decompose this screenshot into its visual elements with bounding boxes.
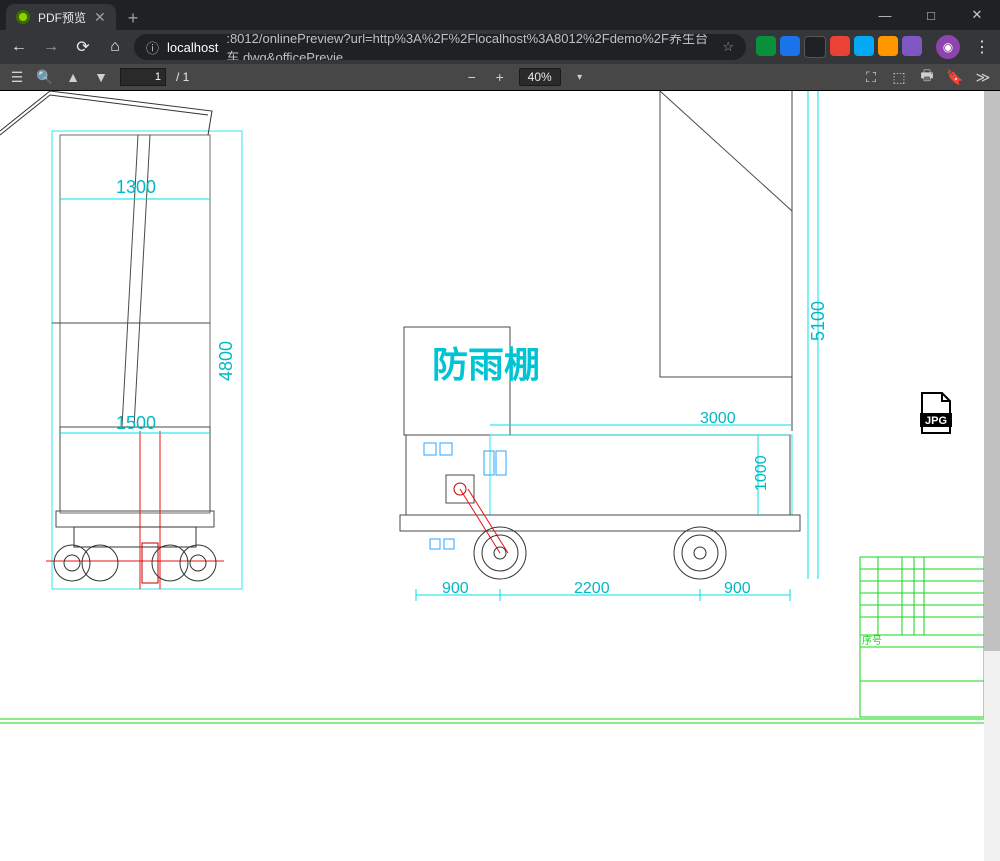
print-icon[interactable]: 🖶 bbox=[918, 68, 936, 86]
extension-tray bbox=[756, 36, 922, 58]
open-file-icon[interactable]: ⬚ bbox=[890, 68, 908, 86]
url-path: :8012/onlinePreview?url=http%3A%2F%2Floc… bbox=[226, 34, 714, 60]
jpg-badge-label: JPG bbox=[925, 415, 947, 427]
dim-label: 5100 bbox=[808, 301, 828, 341]
browser-toolbar: ← → ⟳ ⌂ ⓘ localhost :8012/onlinePreview?… bbox=[0, 30, 1000, 64]
extension-icon[interactable] bbox=[854, 36, 874, 56]
pdf-toolbar: ☰ 🔍 ▲ ▼ / 1 − + 40% ▾ ⛶ ⬚ 🖶 🔖 ≫ bbox=[0, 64, 1000, 91]
zoom-dropdown-icon[interactable]: ▾ bbox=[571, 68, 589, 86]
page-total: / 1 bbox=[176, 70, 189, 84]
extension-icon[interactable] bbox=[756, 36, 776, 56]
dim-label: 4800 bbox=[216, 341, 236, 381]
fullscreen-icon[interactable]: ⛶ bbox=[862, 68, 880, 86]
extension-icon[interactable] bbox=[804, 36, 826, 58]
window-titlebar: PDF预览 ✕ + — □ ✕ bbox=[0, 0, 1000, 30]
sidebar-toggle-icon[interactable]: ☰ bbox=[8, 68, 26, 86]
tab-title: PDF预览 bbox=[38, 9, 86, 26]
extension-icon[interactable] bbox=[830, 36, 850, 56]
extension-icon[interactable] bbox=[902, 36, 922, 56]
page-up-icon[interactable]: ▲ bbox=[64, 68, 82, 86]
new-tab-button[interactable]: + bbox=[128, 8, 139, 29]
zoom-out-icon[interactable]: − bbox=[463, 68, 481, 86]
dim-label: 1000 bbox=[753, 455, 770, 491]
dim-label: 900 bbox=[442, 580, 469, 597]
extension-icon[interactable] bbox=[878, 36, 898, 56]
dim-label: 1300 bbox=[116, 177, 156, 197]
dim-label: 1500 bbox=[116, 413, 156, 433]
nav-home-button[interactable]: ⌂ bbox=[102, 34, 128, 60]
titleblock-header: 序号 bbox=[862, 634, 882, 647]
window-minimize-button[interactable]: — bbox=[862, 0, 908, 30]
extension-icon[interactable] bbox=[780, 36, 800, 56]
search-icon[interactable]: 🔍 bbox=[36, 68, 54, 86]
address-bar[interactable]: ⓘ localhost :8012/onlinePreview?url=http… bbox=[134, 34, 746, 60]
pdf-viewport[interactable]: 1300 4800 1500 bbox=[0, 91, 1000, 861]
vertical-scrollbar[interactable] bbox=[984, 91, 1000, 861]
profile-avatar[interactable]: ◉ bbox=[936, 35, 960, 59]
more-tools-icon[interactable]: ≫ bbox=[974, 68, 992, 86]
dim-label: 2200 bbox=[574, 580, 610, 597]
cad-drawing: 1300 4800 1500 bbox=[0, 91, 984, 861]
page-down-icon[interactable]: ▼ bbox=[92, 68, 110, 86]
zoom-select[interactable]: 40% bbox=[519, 68, 561, 86]
bookmark-icon[interactable]: 🔖 bbox=[946, 68, 964, 86]
nav-forward-button[interactable]: → bbox=[38, 34, 64, 60]
window-maximize-button[interactable]: □ bbox=[908, 0, 954, 30]
bookmark-star-icon[interactable]: ☆ bbox=[722, 39, 734, 55]
url-host: localhost bbox=[167, 40, 218, 55]
page-number-input[interactable] bbox=[120, 68, 166, 86]
favicon-icon bbox=[16, 10, 30, 24]
drawing-main-label: 防雨棚 bbox=[432, 344, 540, 385]
browser-menu-button[interactable]: ⋮ bbox=[970, 37, 994, 57]
tab-close-icon[interactable]: ✕ bbox=[94, 10, 106, 24]
browser-tab[interactable]: PDF预览 ✕ bbox=[6, 4, 116, 30]
nav-back-button[interactable]: ← bbox=[6, 34, 32, 60]
dim-label: 3000 bbox=[700, 410, 736, 427]
nav-reload-button[interactable]: ⟳ bbox=[70, 34, 96, 60]
window-controls: — □ ✕ bbox=[862, 0, 1000, 30]
site-info-icon[interactable]: ⓘ bbox=[146, 38, 159, 57]
dim-label: 900 bbox=[724, 580, 751, 597]
scrollbar-thumb[interactable] bbox=[984, 91, 1000, 651]
window-close-button[interactable]: ✕ bbox=[954, 0, 1000, 30]
export-jpg-button[interactable]: JPG bbox=[916, 391, 956, 435]
zoom-in-icon[interactable]: + bbox=[491, 68, 509, 86]
